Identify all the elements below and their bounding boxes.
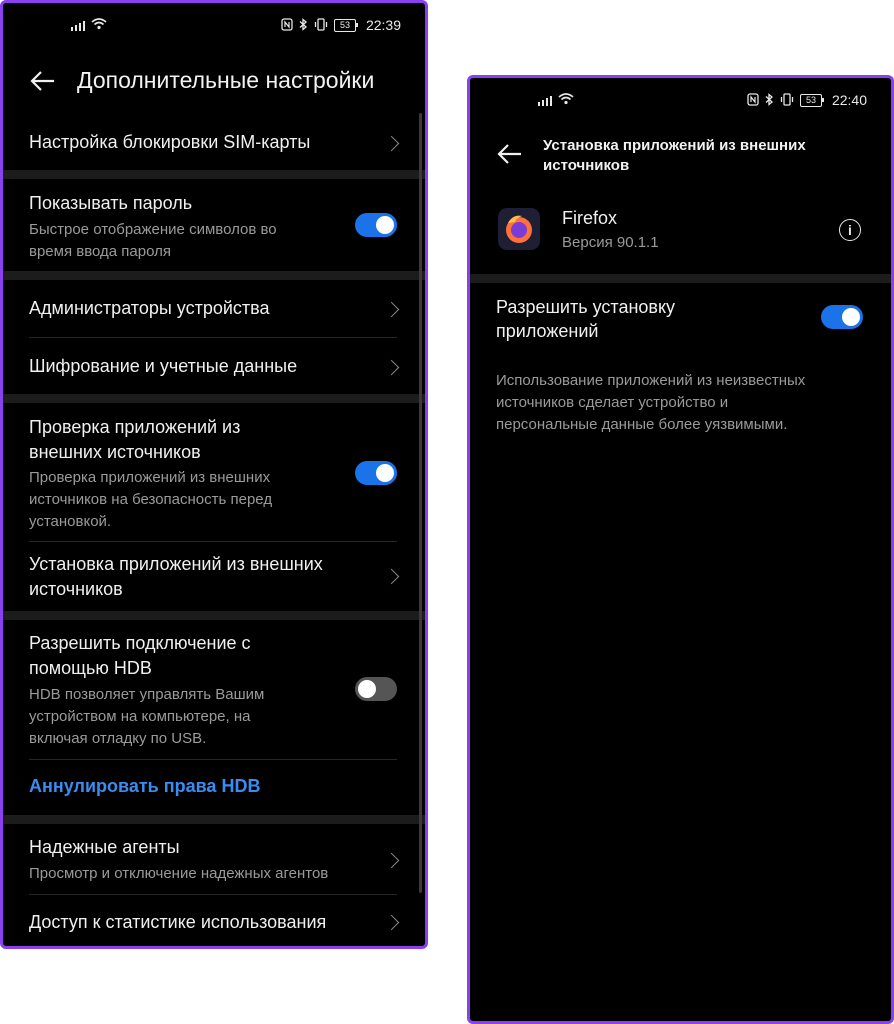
battery-icon: 53 xyxy=(799,93,824,107)
chevron-right-icon xyxy=(383,359,400,376)
item-subtitle: Быстрое отображение символов во xyxy=(29,221,277,238)
chevron-right-icon xyxy=(383,914,400,931)
revoke-hdb-link[interactable]: Аннулировать права HDB xyxy=(29,776,260,797)
item-title: Установка приложений из внешних xyxy=(29,554,323,574)
trusted-agents-item[interactable]: Надежные агенты Просмотр и отключение на… xyxy=(3,824,425,894)
item-title: Доступ к статистике использования xyxy=(29,912,327,932)
status-time: 22:40 xyxy=(831,92,867,108)
item-title: Шифрование и учетные данные xyxy=(29,356,298,376)
allow-install-item[interactable]: Разрешить установку приложений xyxy=(470,283,891,355)
status-bar: 53 22:39 xyxy=(3,3,425,49)
verify-external-apps-item[interactable]: Проверка приложений из внешних источнико… xyxy=(3,403,425,541)
wifi-icon xyxy=(558,93,574,107)
item-subtitle: источников на безопасность перед xyxy=(29,491,273,508)
usage-access-item[interactable]: Доступ к статистике использования xyxy=(3,895,425,946)
status-time: 22:39 xyxy=(365,17,401,33)
nfc-icon xyxy=(747,92,759,108)
encryption-credentials-item[interactable]: Шифрование и учетные данные xyxy=(3,338,425,394)
back-arrow-icon[interactable] xyxy=(496,140,524,168)
item-title: Настройка блокировки SIM-карты xyxy=(29,132,311,152)
allow-hdb-toggle[interactable] xyxy=(355,677,397,701)
page-title: Установка приложений из внешних xyxy=(543,137,806,154)
item-title: помощью HDB xyxy=(29,658,152,678)
item-title: приложений xyxy=(496,321,599,341)
item-title: внешних источников xyxy=(29,442,201,462)
item-subtitle: HDB позволяет управлять Вашим xyxy=(29,686,265,703)
scrollbar[interactable] xyxy=(419,113,422,893)
app-version: Версия 90.1.1 xyxy=(562,234,659,251)
app-name: Firefox xyxy=(562,208,618,228)
install-external-apps-item[interactable]: Установка приложений из внешних источник… xyxy=(3,542,425,611)
signal-icon xyxy=(538,96,552,106)
item-title: Администраторы устройства xyxy=(29,298,270,318)
vibrate-icon xyxy=(780,92,794,108)
verify-external-apps-toggle[interactable] xyxy=(355,461,397,485)
info-icon[interactable]: i xyxy=(839,219,861,241)
item-subtitle: Проверка приложений из внешних xyxy=(29,469,271,486)
item-title: Надежные агенты xyxy=(29,837,180,857)
item-subtitle: время ввода пароля xyxy=(29,243,171,260)
show-password-item[interactable]: Показывать пароль Быстрое отображение си… xyxy=(3,179,425,271)
vibrate-icon xyxy=(314,17,328,33)
item-title: Проверка приложений из xyxy=(29,417,241,437)
page-title: Дополнительные настройки xyxy=(77,67,375,93)
sim-lock-settings-item[interactable]: Настройка блокировки SIM-карты xyxy=(3,123,425,169)
wifi-icon xyxy=(91,18,107,32)
firefox-app-icon xyxy=(498,208,540,250)
warning-line: источников сделает устройство и xyxy=(496,394,729,411)
nfc-icon xyxy=(281,17,293,33)
status-bar: 53 22:40 xyxy=(470,78,891,124)
signal-icon xyxy=(71,21,85,31)
battery-icon: 53 xyxy=(333,18,358,32)
item-subtitle: установкой. xyxy=(29,513,112,530)
item-subtitle: Просмотр и отключение надежных агентов xyxy=(29,865,329,882)
item-title: источников xyxy=(29,579,123,599)
chevron-right-icon xyxy=(383,568,400,585)
warning-line: персональные данные более уязвимыми. xyxy=(496,416,788,433)
item-subtitle: устройством на компьютере, на xyxy=(29,708,251,725)
chevron-right-icon xyxy=(383,135,400,152)
allow-install-toggle[interactable] xyxy=(821,305,863,329)
device-admins-item[interactable]: Администраторы устройства xyxy=(3,280,425,336)
bluetooth-icon xyxy=(765,92,774,108)
item-subtitle: включая отладку по USB. xyxy=(29,730,207,747)
chevron-right-icon xyxy=(383,852,400,869)
chevron-right-icon xyxy=(383,301,400,318)
settings-screen-left: 53 22:39 Дополнительные настройки Настро… xyxy=(0,0,428,949)
warning-line: Использование приложений из неизвестных xyxy=(496,372,806,389)
back-arrow-icon[interactable] xyxy=(29,67,57,95)
allow-hdb-item[interactable]: Разрешить подключение с помощью HDB HDB … xyxy=(3,620,425,758)
show-password-toggle[interactable] xyxy=(355,213,397,237)
install-apps-screen-right: 53 22:40 Установка приложений из внешних… xyxy=(467,75,894,1024)
item-title: Разрешить установку xyxy=(496,297,676,317)
security-warning: Использование приложений из неизвестных … xyxy=(496,370,805,436)
item-title: Разрешить подключение с xyxy=(29,633,251,653)
item-title: Показывать пароль xyxy=(29,193,193,213)
bluetooth-icon xyxy=(299,17,308,33)
page-title: источников xyxy=(543,157,630,174)
